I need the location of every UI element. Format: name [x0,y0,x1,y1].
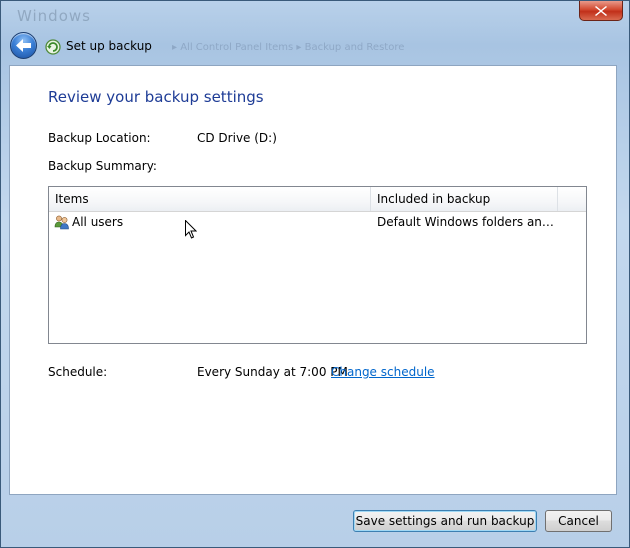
navigation-bar: Set up backup ▸ All Control Panel Items … [2,30,628,64]
list-header: Items Included in backup [49,187,586,212]
list-item[interactable]: All users Default Windows folders and lo… [49,211,586,233]
item-name: All users [72,215,124,229]
column-header-included[interactable]: Included in backup [371,187,558,211]
change-schedule-link[interactable]: Change schedule [331,365,435,379]
backup-location-value: CD Drive (D:) [197,131,277,145]
cancel-button[interactable]: Cancel [545,510,612,532]
backup-icon [45,39,61,55]
backup-summary-label: Backup Summary: [48,159,157,173]
column-header-items[interactable]: Items [49,187,371,211]
window-frame: Windows Set up backup ▸ All Control Pane… [0,0,630,548]
close-icon [595,5,607,16]
content-pane: Review your backup settings Backup Locat… [9,65,617,495]
column-header-filler [558,187,586,211]
back-button[interactable] [10,32,37,59]
back-arrow-icon [16,39,31,52]
schedule-label: Schedule: [48,365,108,379]
users-icon [54,215,69,230]
section-heading: Review your backup settings [48,88,264,106]
ghost-window-title: Windows [17,7,91,25]
item-included: Default Windows folders and lo... [377,215,557,229]
backup-location-label: Backup Location: [48,131,151,145]
page-title: Set up backup [66,39,152,53]
ghost-breadcrumb: ▸ All Control Panel Items ▸ Backup and R… [172,42,405,53]
schedule-value: Every Sunday at 7:00 PM [197,365,348,379]
mouse-cursor-icon [185,220,197,239]
backup-summary-list[interactable]: Items Included in backup All users Defau… [48,186,587,344]
save-and-run-button[interactable]: Save settings and run backup [353,510,537,532]
close-button[interactable] [579,1,623,21]
